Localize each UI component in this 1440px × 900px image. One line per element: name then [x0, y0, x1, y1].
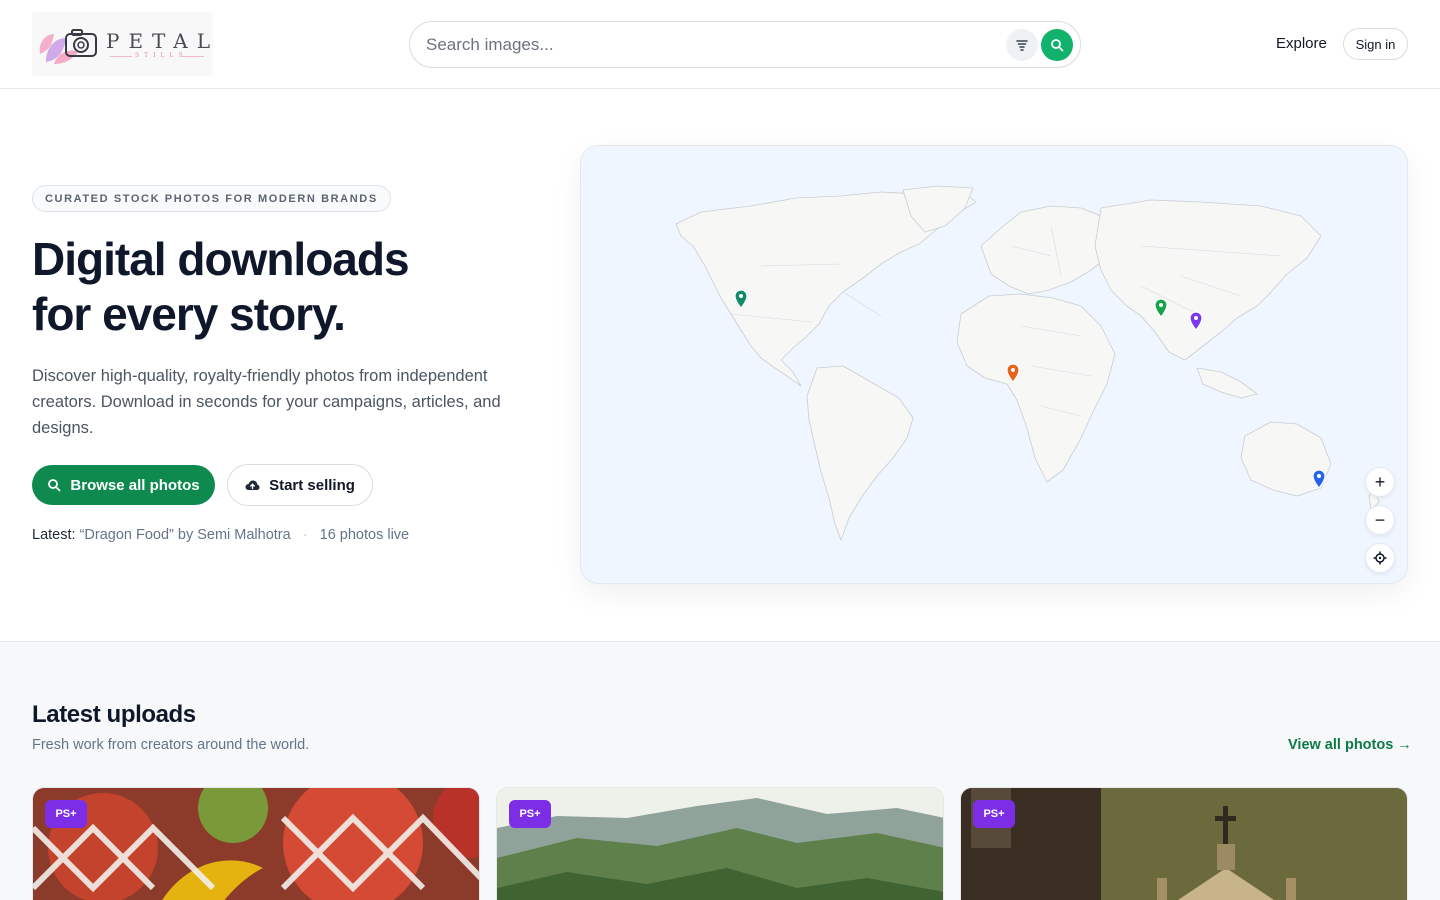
africa-landmass: [956, 293, 1116, 483]
world-map: [675, 185, 1380, 541]
crosshair-icon: [1373, 551, 1387, 565]
map-pin-west-africa[interactable]: [1006, 363, 1020, 383]
creator-world-map[interactable]: + −: [580, 145, 1408, 584]
zoom-in-button[interactable]: +: [1365, 467, 1395, 497]
hero-title-line1: Digital downloads: [32, 233, 410, 285]
ps-plus-badge: PS+: [509, 800, 551, 828]
map-pin-south-asia[interactable]: [1154, 298, 1168, 318]
search-icon: [1051, 39, 1064, 52]
hero-badge: CURATED STOCK PHOTOS FOR MODERN BRANDS: [32, 185, 391, 212]
asia-landmass: [1094, 199, 1322, 361]
photo-card[interactable]: PS+: [496, 787, 944, 900]
latest-label: Latest:: [32, 527, 76, 543]
map-pin-australia[interactable]: [1312, 469, 1326, 489]
photo-card[interactable]: PS+: [32, 787, 480, 900]
photo-card[interactable]: PS+: [960, 787, 1408, 900]
start-selling-button[interactable]: Start selling: [227, 464, 373, 506]
hero-title-line2: for every story.: [32, 288, 346, 340]
start-selling-label: Start selling: [269, 476, 355, 494]
photos-live-count: 16 photos live: [319, 527, 410, 543]
section-title: Latest uploads: [32, 701, 196, 728]
ps-plus-badge: PS+: [973, 800, 1015, 828]
photo-thumbnail-dragon-fruit: [33, 788, 479, 900]
search-icon: [48, 479, 61, 492]
filter-button[interactable]: [1006, 29, 1038, 61]
locate-button[interactable]: [1365, 543, 1395, 573]
section-subtitle: Fresh work from creators around the worl…: [32, 737, 310, 753]
brand-name: PETAL: [106, 29, 213, 53]
hero-title: Digital downloads for every story.: [32, 232, 410, 342]
view-all-photos-link[interactable]: View all photos →: [1288, 737, 1412, 753]
search-bar: [409, 21, 1081, 68]
browse-all-photos-button[interactable]: Browse all photos: [32, 465, 215, 505]
search-button[interactable]: [1041, 29, 1073, 61]
map-pin-north-america[interactable]: [734, 289, 748, 309]
filter-icon: [1016, 40, 1028, 51]
zoom-out-button[interactable]: −: [1365, 505, 1395, 535]
map-pin-southeast-asia[interactable]: [1189, 311, 1203, 331]
latest-upload-link[interactable]: “Dragon Food” by Semi Malhotra: [80, 527, 291, 543]
site-header: PETAL STILLS Explore Sign in: [0, 0, 1440, 89]
hero-description: Discover high-quality, royalty-friendly …: [32, 367, 501, 437]
brand-tagline: STILLS: [135, 52, 188, 59]
browse-all-photos-label: Browse all photos: [70, 476, 200, 494]
photo-thumbnail-mountains: [497, 788, 943, 900]
logo-divider: [110, 56, 132, 57]
southeast-asia-islands: [1196, 367, 1258, 399]
sign-in-button[interactable]: Sign in: [1343, 28, 1408, 60]
latest-upload-info: Latest: “Dragon Food” by Semi Malhotra ·…: [32, 527, 409, 543]
ps-plus-badge: PS+: [45, 800, 87, 828]
latest-uploads-section: Latest uploads Fresh work from creators …: [0, 641, 1440, 900]
nav-explore-link[interactable]: Explore: [1276, 35, 1327, 52]
cloud-upload-icon: [245, 480, 260, 490]
search-input[interactable]: [426, 34, 986, 56]
separator-dot: ·: [302, 527, 308, 543]
logo-divider: [182, 56, 204, 57]
photo-thumbnail-church: [961, 788, 1407, 900]
brand-logo[interactable]: PETAL STILLS: [32, 12, 213, 76]
south-america-landmass: [806, 365, 914, 541]
